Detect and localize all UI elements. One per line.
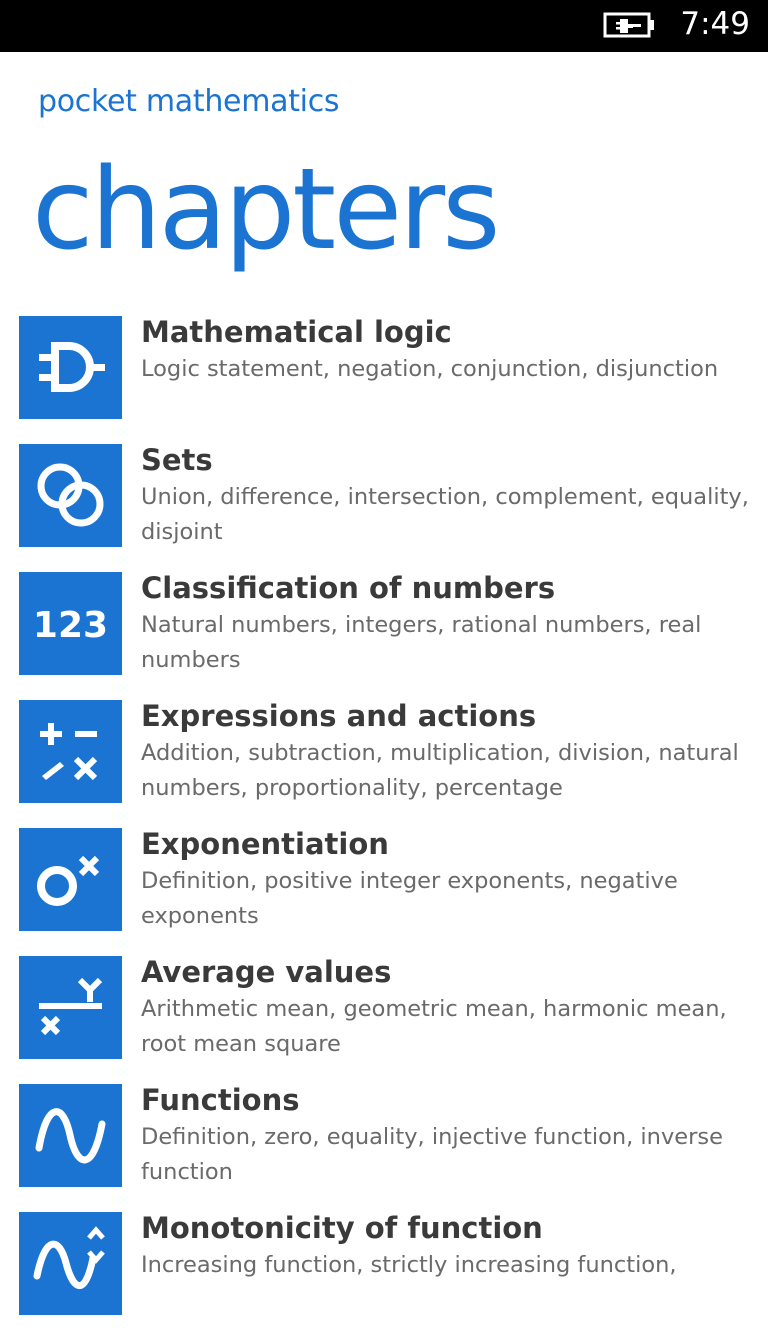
chapter-title: Expressions and actions [141, 699, 537, 733]
logic-gate-icon [19, 316, 122, 419]
chapter-description: Union, difference, intersection, complem… [141, 484, 749, 545]
chapter-title: Mathematical logic [141, 315, 452, 349]
chapter-description: Logic statement, negation, conjunction, … [141, 356, 719, 382]
chapter-item-sets[interactable]: Sets Union, difference, intersection, co… [0, 443, 768, 572]
chapter-description: Definition, zero, equality, injective fu… [141, 1124, 723, 1185]
app-title: pocket mathematics [38, 84, 340, 119]
chapter-description: Increasing function, strictly increasing… [141, 1252, 677, 1278]
function-wave-icon [19, 1084, 122, 1187]
sets-icon [19, 444, 122, 547]
chapter-title: Average values [141, 955, 392, 989]
chapter-item-average-values[interactable]: Average values Arithmetic mean, geometri… [0, 955, 768, 1084]
page-title: chapters [32, 145, 501, 275]
battery-charging-icon [602, 10, 658, 40]
chapter-description: Addition, subtraction, multiplication, d… [141, 740, 739, 801]
chapter-item-exponentiation[interactable]: Exponentiation Definition, positive inte… [0, 827, 768, 956]
chapter-title: Classification of numbers [141, 571, 556, 605]
clock: 7:49 [680, 6, 750, 42]
chapter-description: Definition, positive integer exponents, … [141, 868, 678, 929]
monotonicity-icon [19, 1212, 122, 1315]
chapter-title: Functions [141, 1083, 300, 1117]
chapter-item-classification-of-numbers[interactable]: 123 Classification of numbers Natural nu… [0, 571, 768, 700]
chapter-description: Arithmetic mean, geometric mean, harmoni… [141, 996, 727, 1057]
chapter-item-monotonicity-of-function[interactable]: Monotonicity of function Increasing func… [0, 1211, 768, 1340]
operations-icon [19, 700, 122, 803]
average-icon [19, 956, 122, 1059]
chapter-item-functions[interactable]: Functions Definition, zero, equality, in… [0, 1083, 768, 1212]
exponent-icon [19, 828, 122, 931]
numbers-icon: 123 [19, 572, 122, 675]
svg-text:123: 123 [33, 605, 108, 646]
chapter-title: Monotonicity of function [141, 1211, 543, 1245]
chapter-item-mathematical-logic[interactable]: Mathematical logic Logic statement, nega… [0, 315, 768, 444]
chapter-title: Sets [141, 443, 213, 477]
chapter-title: Exponentiation [141, 827, 389, 861]
chapter-item-expressions-and-actions[interactable]: Expressions and actions Addition, subtra… [0, 699, 768, 828]
chapter-description: Natural numbers, integers, rational numb… [141, 612, 702, 673]
status-bar: 7:49 [0, 0, 768, 52]
